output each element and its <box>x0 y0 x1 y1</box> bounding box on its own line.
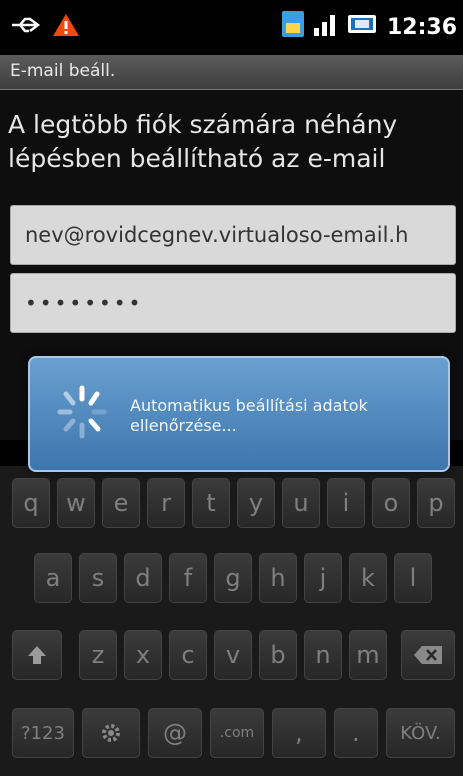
shift-arrow-icon <box>28 646 46 664</box>
backspace-key[interactable] <box>401 630 455 680</box>
key-l[interactable]: l <box>394 553 432 603</box>
key-u[interactable]: u <box>282 478 320 528</box>
clock: 12:36 <box>386 14 457 40</box>
key-t[interactable]: t <box>192 478 230 528</box>
status-bar: 12:36 <box>0 0 463 55</box>
at-key[interactable]: @ <box>148 708 202 758</box>
key-w[interactable]: w <box>57 478 95 528</box>
period-key[interactable]: . <box>334 708 378 758</box>
key-j[interactable]: j <box>304 553 342 603</box>
key-a[interactable]: a <box>34 553 72 603</box>
key-y[interactable]: y <box>237 478 275 528</box>
key-m[interactable]: m <box>349 630 387 680</box>
key-h[interactable]: h <box>259 553 297 603</box>
key-z[interactable]: z <box>79 630 117 680</box>
key-g[interactable]: g <box>214 553 252 603</box>
keyboard: q w e r t y u i o p a s d f g h j k l z … <box>0 466 463 776</box>
password-field[interactable]: •••••••• <box>10 273 456 333</box>
key-s[interactable]: s <box>79 553 117 603</box>
progress-dialog: Automatikus beállítási adatok ellenőrzés… <box>28 356 450 472</box>
key-c[interactable]: c <box>169 630 207 680</box>
key-r[interactable]: r <box>147 478 185 528</box>
title-bar: E-mail beáll. <box>0 55 463 90</box>
sim-icon <box>281 10 305 44</box>
page-title: E-mail beáll. <box>10 61 116 81</box>
key-p[interactable]: p <box>417 478 455 528</box>
usb-icon <box>10 14 44 40</box>
intro-text: A legtöbb fiók számára néhány lépésben b… <box>8 110 398 173</box>
backspace-icon <box>414 646 442 664</box>
symbols-key[interactable]: ?123 <box>12 708 74 758</box>
key-f[interactable]: f <box>169 553 207 603</box>
gear-icon <box>102 724 120 742</box>
shift-key[interactable] <box>12 630 62 680</box>
comma-key[interactable]: , <box>272 708 326 758</box>
loading-spinner-icon <box>57 385 107 439</box>
key-o[interactable]: o <box>372 478 410 528</box>
key-e[interactable]: e <box>102 478 140 528</box>
battery-icon <box>347 13 379 41</box>
warning-icon <box>52 12 80 42</box>
key-n[interactable]: n <box>304 630 342 680</box>
next-key[interactable]: KÖV. <box>386 708 455 758</box>
dialog-message: Automatikus beállítási adatok ellenőrzés… <box>130 396 368 435</box>
settings-key[interactable] <box>82 708 140 758</box>
key-k[interactable]: k <box>349 553 387 603</box>
key-i[interactable]: i <box>327 478 365 528</box>
key-q[interactable]: q <box>12 478 50 528</box>
key-b[interactable]: b <box>259 630 297 680</box>
email-field[interactable]: nev@rovidcegnev.virtualoso-email.h <box>10 205 456 265</box>
key-v[interactable]: v <box>214 630 252 680</box>
key-x[interactable]: x <box>124 630 162 680</box>
signal-icon <box>313 12 339 42</box>
dotcom-key[interactable]: .com <box>210 708 264 758</box>
key-d[interactable]: d <box>124 553 162 603</box>
